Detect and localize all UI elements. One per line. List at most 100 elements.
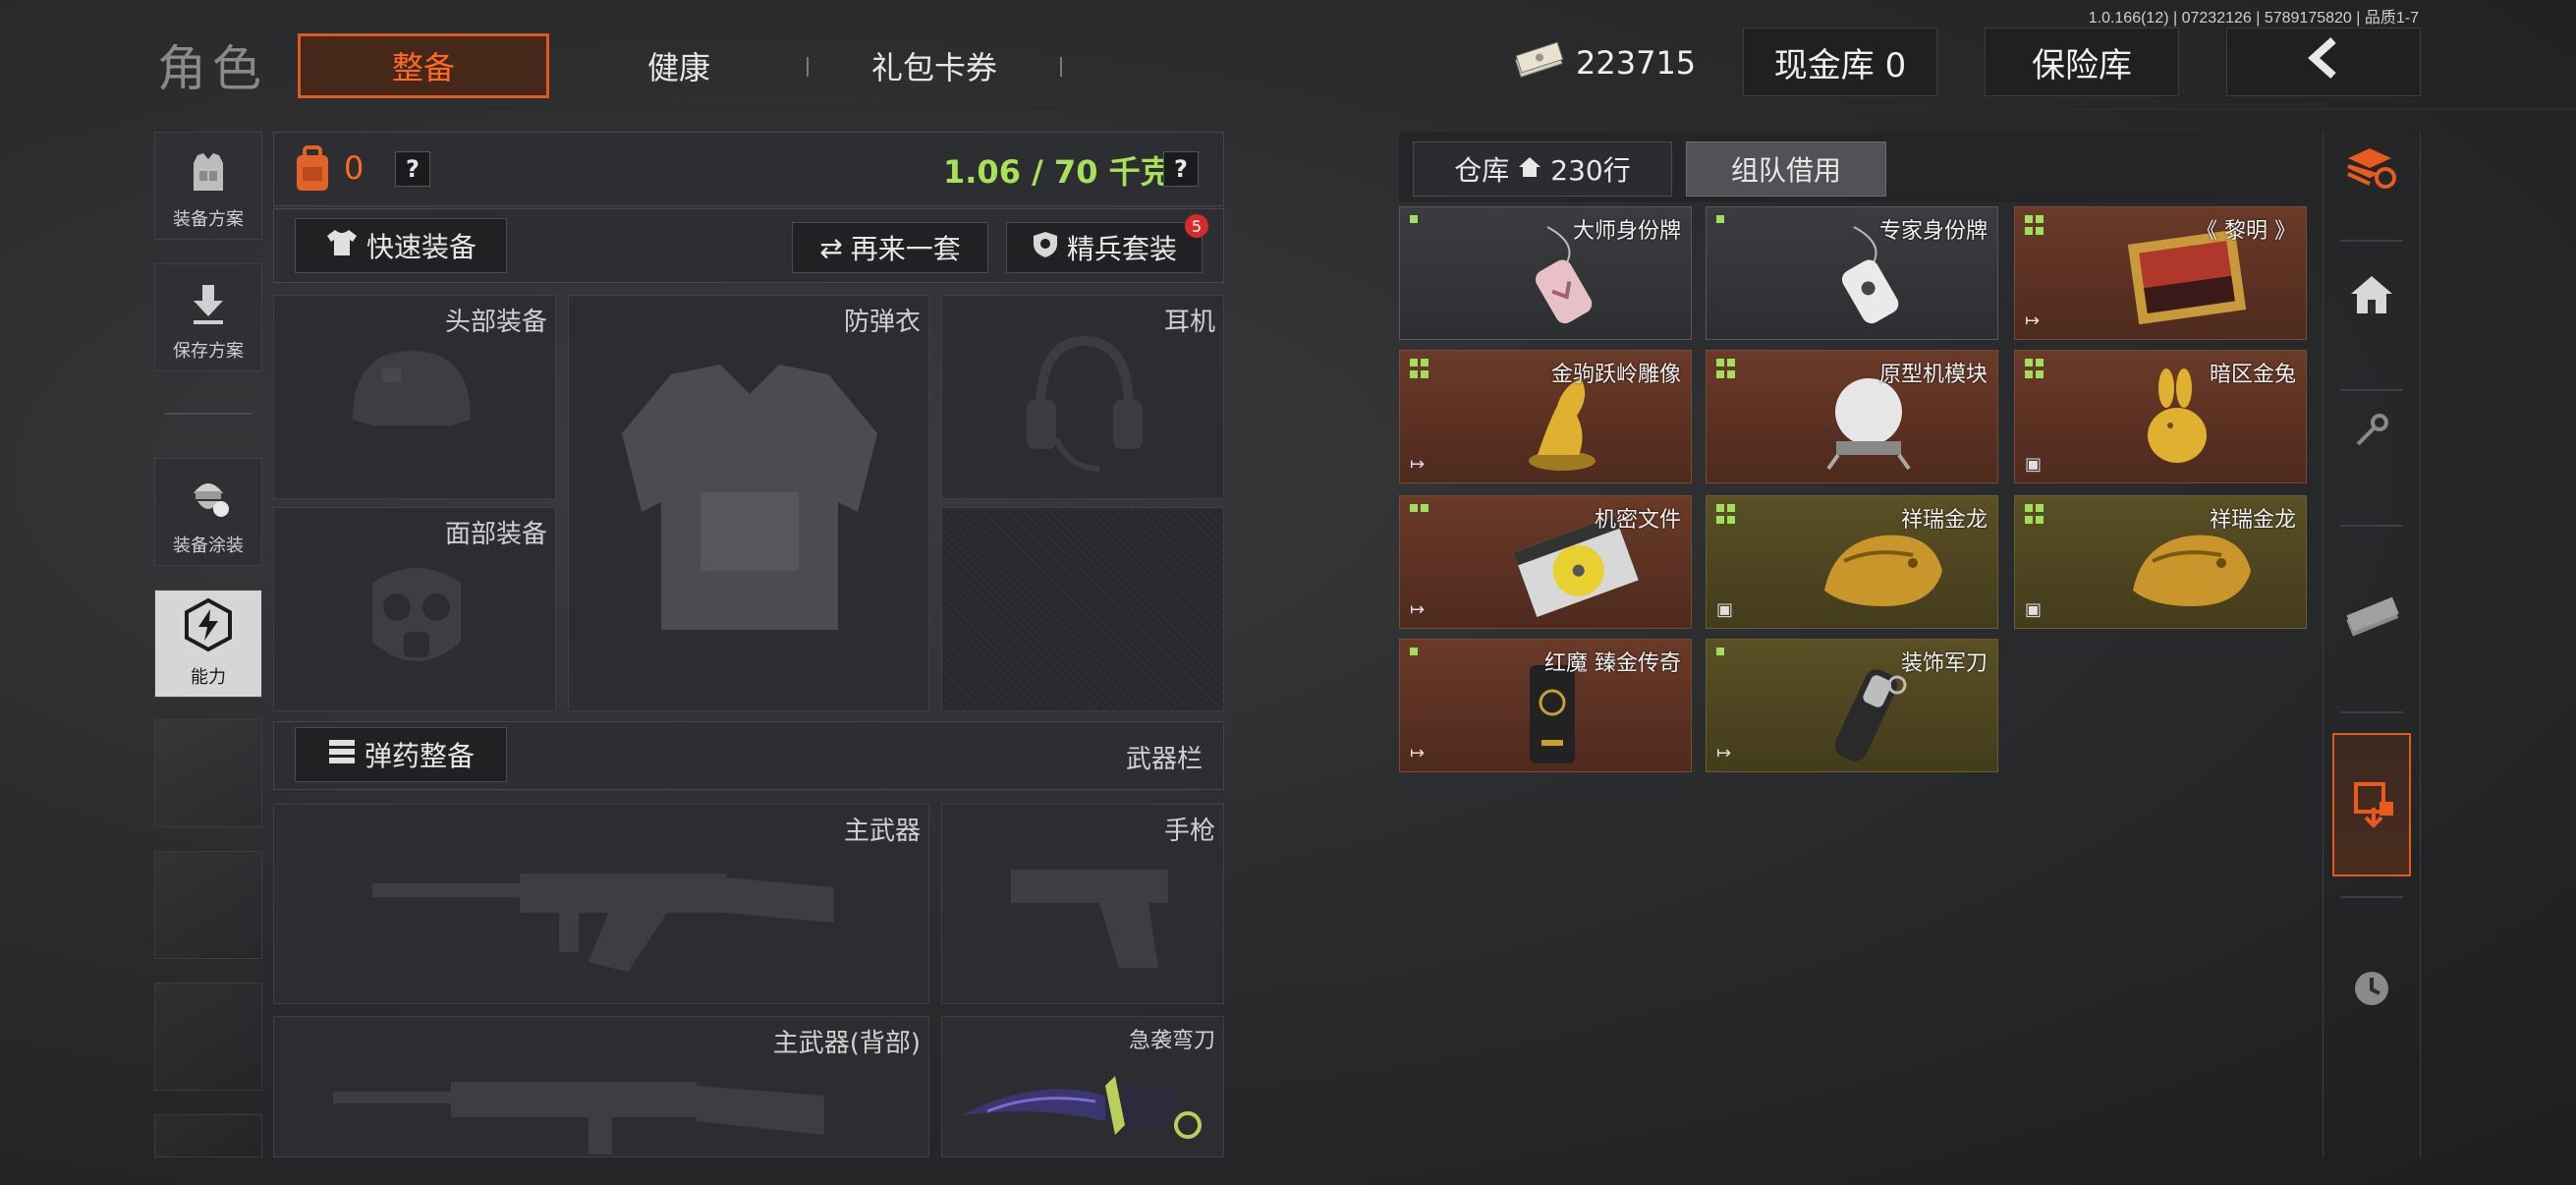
- cash-vault-button[interactable]: 现金库 0: [1743, 28, 1937, 96]
- back-button[interactable]: [2226, 28, 2421, 96]
- sidebar-item-label: 装备方案: [173, 209, 244, 230]
- ammo-icon: [327, 737, 357, 773]
- nav-divider: [2340, 896, 2403, 898]
- backpack-help-button[interactable]: ?: [395, 151, 430, 187]
- item-label: 专家身份牌: [1878, 219, 1988, 244]
- quick-equip-button[interactable]: 快速装备: [295, 218, 507, 273]
- rarity-marker: [1716, 648, 1724, 655]
- currency-display: 223715: [1513, 37, 1700, 88]
- body-armor-slot[interactable]: 防弹衣: [568, 295, 929, 711]
- redo-set-label: 再来一套: [850, 233, 961, 265]
- warehouse-item[interactable]: 祥瑞金龙 ▣: [1706, 495, 1998, 629]
- item-label: 大师身份牌: [1572, 219, 1681, 244]
- rarity-marker: [2025, 215, 2044, 235]
- primary-weapon-back-slot[interactable]: 主武器(背部): [273, 1016, 929, 1157]
- pistol-slot[interactable]: 手枪: [941, 804, 1224, 1004]
- tab-health[interactable]: 健康: [553, 33, 805, 98]
- storage-rows: 230行: [1550, 154, 1631, 187]
- slot-label: 防弹衣: [843, 308, 921, 337]
- headset-icon: [1021, 331, 1148, 482]
- warehouse-item[interactable]: 装饰军刀 ↦: [1706, 639, 1998, 772]
- ability-slot[interactable]: [154, 1114, 262, 1157]
- rarity-marker: [1716, 504, 1736, 524]
- home-icon: [1517, 153, 1542, 186]
- rarity-marker: [1410, 648, 1418, 655]
- nav-clock[interactable]: [2332, 941, 2411, 1040]
- nav-box-transfer[interactable]: [2332, 733, 2411, 876]
- item-status-icon: ↦: [1410, 743, 1426, 763]
- nav-key[interactable]: [2332, 383, 2411, 481]
- rarity-marker: [1410, 359, 1429, 378]
- clock-icon: [2351, 968, 2392, 1013]
- warehouse-item[interactable]: 红魔 臻金传奇 ↦: [1399, 639, 1692, 772]
- safe-box-button[interactable]: 保险库: [1985, 28, 2179, 96]
- warehouse-item[interactable]: 专家身份牌: [1706, 206, 1998, 340]
- lightning-hex-icon: [181, 597, 236, 663]
- cash-icon: [2343, 594, 2400, 644]
- item-label: 祥瑞金龙: [2209, 508, 2296, 533]
- primary-weapon-slot[interactable]: 主武器: [273, 804, 929, 1004]
- warehouse-item[interactable]: 暗区金兔 ▣: [2014, 350, 2307, 483]
- item-status-icon: ↦: [1410, 599, 1426, 620]
- loadout-plan-button[interactable]: 装备方案: [154, 132, 262, 240]
- tab-equip[interactable]: 整备: [298, 33, 549, 98]
- slot-label: 耳机: [1163, 308, 1215, 337]
- tab-storage[interactable]: 仓库 230行: [1413, 141, 1672, 197]
- backpack-count: 0: [344, 149, 364, 187]
- sidebar-divider: [164, 413, 252, 415]
- vest-icon: [602, 355, 897, 653]
- tab-gift-vouchers[interactable]: 礼包卡券: [809, 33, 1060, 98]
- weight-help-button[interactable]: ?: [1163, 151, 1199, 187]
- pistol-icon: [1001, 850, 1178, 982]
- item-label: 红魔 臻金传奇: [1544, 651, 1681, 676]
- warehouse-item[interactable]: 机密文件 ↦: [1399, 495, 1692, 629]
- nav-cash[interactable]: [2332, 570, 2411, 668]
- nav-home[interactable]: [2332, 248, 2411, 346]
- ammo-equip-button[interactable]: 弹药整备: [295, 727, 507, 782]
- chevron-left-icon: [2304, 36, 2343, 88]
- ability-slot[interactable]: [154, 983, 262, 1091]
- elite-set-label: 精兵套装: [1066, 233, 1177, 265]
- layers-refresh-icon: [2344, 142, 2399, 196]
- nav-divider: [2340, 525, 2403, 527]
- nav-layers-refresh[interactable]: [2332, 120, 2411, 218]
- rarity-marker: [1410, 215, 1418, 223]
- ammo-equip-label: 弹药整备: [364, 740, 475, 772]
- download-icon: [186, 281, 231, 337]
- elite-set-button[interactable]: 精兵套装: [1006, 222, 1203, 273]
- ability-button[interactable]: 能力: [154, 590, 262, 698]
- warehouse-item[interactable]: 祥瑞金龙 ▣: [2014, 495, 2307, 629]
- item-label: 机密文件: [1594, 508, 1681, 533]
- item-status-icon: ▣: [2025, 599, 2043, 620]
- elite-set-badge: 5: [1185, 214, 1208, 238]
- headset-slot[interactable]: 耳机: [941, 295, 1224, 499]
- tab-divider: [1060, 57, 1062, 77]
- warehouse-item[interactable]: 《 黎明 》 ↦: [2014, 206, 2307, 340]
- ability-slot[interactable]: [154, 719, 262, 827]
- page-title: 角色: [157, 40, 267, 97]
- gas-mask-icon: [353, 553, 480, 685]
- redo-set-button[interactable]: ⇄ 再来一套: [792, 222, 988, 273]
- warehouse-item[interactable]: 大师身份牌: [1399, 206, 1692, 340]
- knife-slot[interactable]: 急袭弯刀: [941, 1016, 1224, 1157]
- weapon-bar-label: 武器栏: [1125, 745, 1203, 774]
- rifle-icon: [333, 1056, 844, 1158]
- tab-team-borrow[interactable]: 组队借用: [1686, 141, 1886, 197]
- key-icon: [2352, 411, 2391, 454]
- equipment-skin-button[interactable]: 装备涂装: [154, 458, 262, 566]
- ability-slot[interactable]: [154, 851, 262, 959]
- rarity-marker: [1410, 504, 1428, 512]
- item-status-icon: ↦: [1716, 743, 1732, 763]
- extra-gear-slot[interactable]: [941, 507, 1224, 711]
- nav-divider: [2340, 240, 2403, 242]
- warehouse-item[interactable]: 金驹跃岭雕像 ↦: [1399, 350, 1692, 483]
- save-plan-button[interactable]: 保存方案: [154, 263, 262, 371]
- nav-divider: [2340, 711, 2403, 713]
- warehouse-item[interactable]: 原型机模块: [1706, 350, 1998, 483]
- storage-tab-label: 仓库: [1454, 154, 1510, 187]
- sidebar-item-label: 装备涂装: [173, 536, 244, 556]
- head-gear-slot[interactable]: 头部装备: [273, 295, 556, 499]
- item-label: 暗区金兔: [2209, 363, 2296, 387]
- slot-label: 急袭弯刀: [1128, 1029, 1215, 1053]
- face-gear-slot[interactable]: 面部装备: [273, 507, 556, 711]
